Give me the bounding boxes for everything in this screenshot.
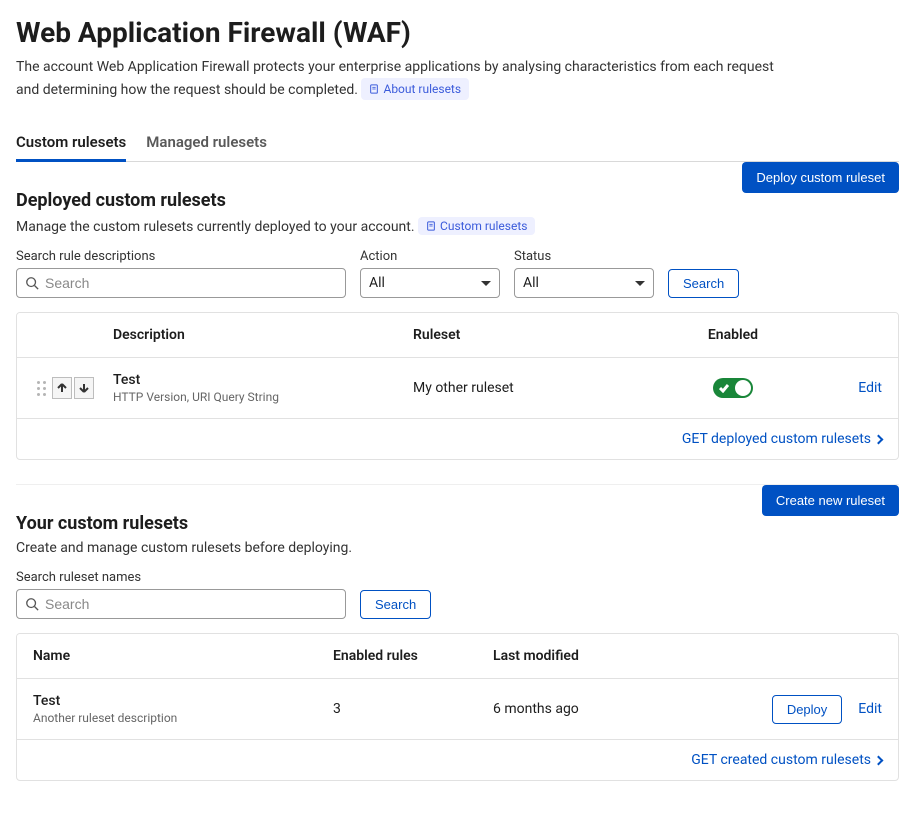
deployed-search-button[interactable]: Search bbox=[668, 269, 739, 298]
enabled-toggle[interactable] bbox=[713, 378, 753, 398]
page-subtitle: The account Web Application Firewall pro… bbox=[16, 57, 796, 101]
deploy-custom-ruleset-button[interactable]: Deploy custom ruleset bbox=[742, 162, 899, 193]
search-ruleset-names-input[interactable] bbox=[45, 596, 337, 612]
deploy-button[interactable]: Deploy bbox=[772, 695, 842, 724]
row-last-modified: 6 months ago bbox=[493, 701, 713, 717]
edit-link[interactable]: Edit bbox=[858, 380, 882, 396]
col-last-modified: Last modified bbox=[493, 648, 713, 664]
row-description-title: Test bbox=[113, 372, 413, 388]
row-description-sub: HTTP Version, URI Query String bbox=[113, 390, 413, 404]
chevron-right-icon bbox=[874, 755, 884, 765]
deployed-table: Description Ruleset Enabled Test HTTP Ve… bbox=[16, 312, 899, 460]
about-rulesets-label: About rulesets bbox=[383, 80, 461, 98]
your-table-head: Name Enabled rules Last modified bbox=[17, 634, 898, 679]
get-created-rulesets-link[interactable]: GET created custom rulesets bbox=[691, 752, 882, 768]
row-name-sub: Another ruleset description bbox=[33, 711, 333, 725]
deployed-table-head: Description Ruleset Enabled bbox=[17, 313, 898, 358]
custom-rulesets-badge[interactable]: Custom rulesets bbox=[418, 217, 535, 235]
search-ruleset-names-label: Search ruleset names bbox=[16, 570, 346, 585]
page-title: Web Application Firewall (WAF) bbox=[16, 16, 899, 49]
about-rulesets-badge[interactable]: About rulesets bbox=[361, 78, 469, 100]
table-row: Test Another ruleset description 3 6 mon… bbox=[17, 679, 898, 740]
search-rule-descriptions-input-wrap[interactable] bbox=[16, 268, 346, 298]
search-rule-descriptions-input[interactable] bbox=[45, 275, 337, 291]
get-created-rulesets-label: GET created custom rulesets bbox=[691, 752, 871, 768]
search-ruleset-names-input-wrap[interactable] bbox=[16, 589, 346, 619]
arrow-down-icon bbox=[79, 383, 89, 393]
deployed-desc-text: Manage the custom rulesets currently dep… bbox=[16, 219, 415, 235]
deployed-heading: Deployed custom rulesets bbox=[16, 190, 535, 211]
chevron-down-icon bbox=[481, 281, 491, 286]
search-icon bbox=[25, 276, 39, 290]
col-enabled-rules: Enabled rules bbox=[333, 648, 493, 664]
your-desc: Create and manage custom rulesets before… bbox=[16, 540, 352, 556]
row-ruleset-name: My other ruleset bbox=[413, 380, 653, 396]
your-table: Name Enabled rules Last modified Test An… bbox=[16, 633, 899, 781]
col-enabled: Enabled bbox=[653, 327, 813, 343]
create-new-ruleset-button[interactable]: Create new ruleset bbox=[762, 485, 899, 516]
search-rule-descriptions-label: Search rule descriptions bbox=[16, 249, 346, 264]
edit-link[interactable]: Edit bbox=[858, 701, 882, 717]
row-name-title: Test bbox=[33, 693, 333, 709]
check-icon bbox=[719, 383, 729, 393]
your-filter-row: Search ruleset names Search bbox=[16, 570, 899, 619]
col-name: Name bbox=[33, 648, 333, 664]
status-filter-value: All bbox=[523, 275, 539, 291]
drag-handle[interactable] bbox=[33, 377, 50, 400]
status-filter-label: Status bbox=[514, 249, 654, 264]
action-filter-select[interactable]: All bbox=[360, 268, 500, 298]
status-filter-select[interactable]: All bbox=[514, 268, 654, 298]
action-filter-value: All bbox=[369, 275, 385, 291]
chevron-right-icon bbox=[874, 434, 884, 444]
deployed-desc: Manage the custom rulesets currently dep… bbox=[16, 217, 535, 235]
document-icon bbox=[369, 84, 379, 94]
col-ruleset: Ruleset bbox=[413, 327, 653, 343]
action-filter-label: Action bbox=[360, 249, 500, 264]
your-heading: Your custom rulesets bbox=[16, 513, 352, 534]
row-enabled-rules: 3 bbox=[333, 701, 493, 717]
your-search-button[interactable]: Search bbox=[360, 590, 431, 619]
search-icon bbox=[25, 597, 39, 611]
col-description: Description bbox=[113, 327, 413, 343]
move-up-button[interactable] bbox=[52, 377, 72, 399]
move-down-button[interactable] bbox=[74, 377, 94, 399]
tabs: Custom rulesets Managed rulesets bbox=[16, 125, 899, 162]
deployed-filter-row: Search rule descriptions Action All Stat… bbox=[16, 249, 899, 298]
table-row: Test HTTP Version, URI Query String My o… bbox=[17, 358, 898, 419]
chevron-down-icon bbox=[635, 281, 645, 286]
tab-managed-rulesets[interactable]: Managed rulesets bbox=[146, 125, 267, 161]
document-icon bbox=[426, 221, 436, 231]
custom-rulesets-badge-label: Custom rulesets bbox=[440, 219, 527, 233]
get-deployed-rulesets-link[interactable]: GET deployed custom rulesets bbox=[682, 431, 882, 447]
arrow-up-icon bbox=[57, 383, 67, 393]
tab-custom-rulesets[interactable]: Custom rulesets bbox=[16, 125, 126, 161]
get-deployed-rulesets-label: GET deployed custom rulesets bbox=[682, 431, 871, 447]
